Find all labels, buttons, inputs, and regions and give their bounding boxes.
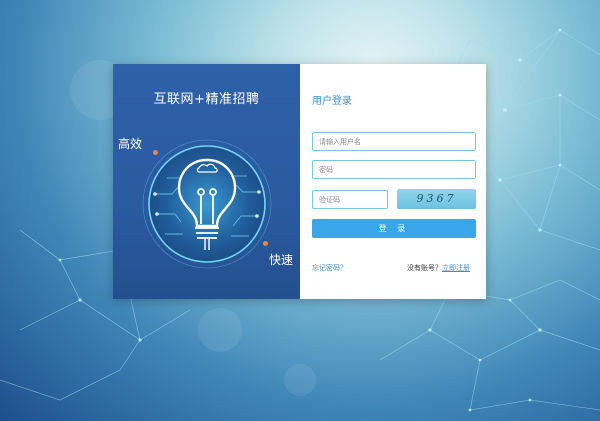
efficient-tag: 高效 bbox=[118, 137, 143, 151]
fast-tag: 快速 bbox=[269, 253, 294, 267]
captcha-image[interactable]: 9367 bbox=[397, 189, 476, 209]
lightbulb-circuit-icon bbox=[142, 139, 272, 269]
login-button[interactable]: 登 录 bbox=[312, 219, 476, 238]
no-account-text: 没有账号？ bbox=[407, 264, 442, 272]
username-input[interactable] bbox=[312, 132, 476, 151]
tag-dot bbox=[263, 241, 268, 246]
register-prompt: 没有账号？立即注册 bbox=[407, 263, 470, 273]
brand-panel: 互联网+精准招聘 高效 快速 bbox=[113, 64, 300, 299]
register-link[interactable]: 立即注册 bbox=[442, 264, 470, 272]
tag-dot bbox=[153, 150, 158, 155]
brand-title: 互联网+精准招聘 bbox=[153, 92, 260, 107]
login-form-panel: 用户登录 9367 登 录 忘记密码？ 没有账号？立即注册 bbox=[300, 64, 486, 299]
forgot-password-link[interactable]: 忘记密码？ bbox=[312, 263, 347, 273]
password-input[interactable] bbox=[312, 160, 476, 179]
captcha-input[interactable] bbox=[312, 190, 388, 209]
form-title: 用户登录 bbox=[312, 96, 352, 107]
login-card: 互联网+精准招聘 高效 快速 用户登录 请输入用户名 验证码 9367 登 录 … bbox=[113, 64, 486, 299]
